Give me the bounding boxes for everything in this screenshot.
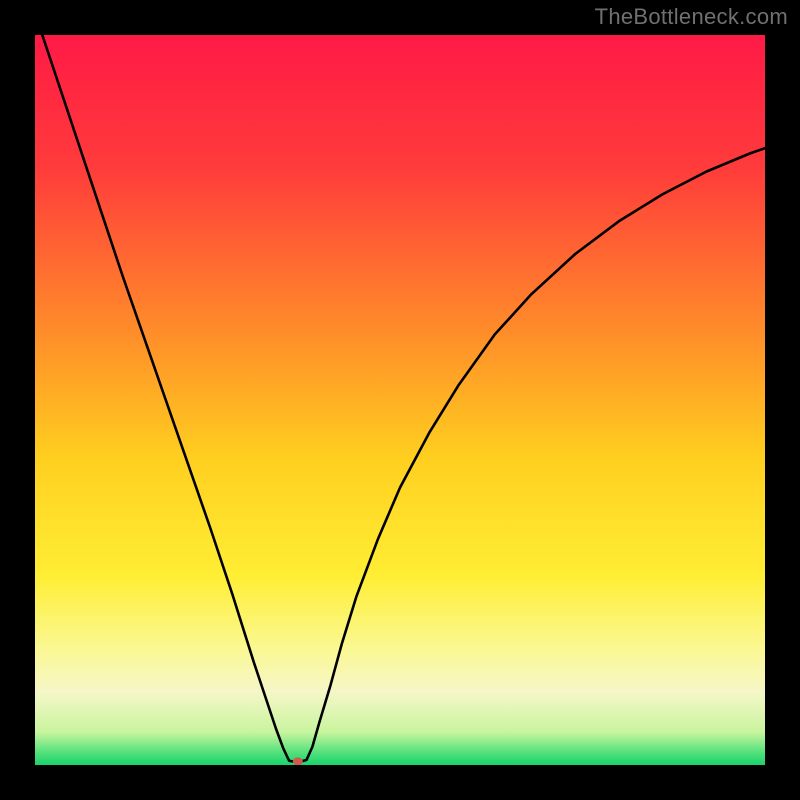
- chart-frame: TheBottleneck.com: [0, 0, 800, 800]
- curve-chart: [35, 35, 765, 765]
- marker-dot: [293, 757, 303, 765]
- plot-area: [35, 35, 765, 765]
- watermark-text: TheBottleneck.com: [595, 4, 788, 30]
